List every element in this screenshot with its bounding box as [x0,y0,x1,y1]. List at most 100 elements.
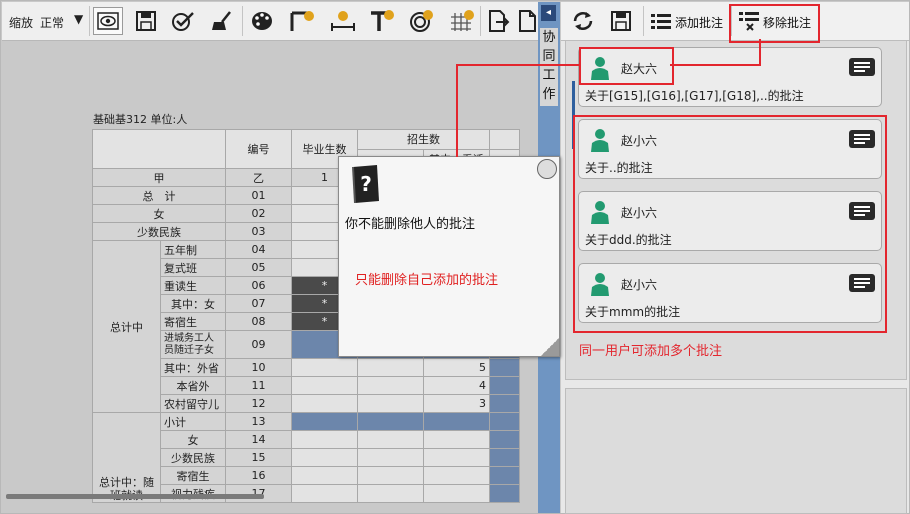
cell[interactable] [357,448,424,467]
cell[interactable] [291,412,358,431]
cell[interactable] [291,466,358,485]
cell[interactable] [357,376,424,395]
cell[interactable] [423,466,490,485]
toolbar-divider [89,6,90,36]
row-label: 寄宿生 [160,466,226,485]
cell[interactable] [489,448,520,467]
highlight-remove-button [729,4,820,43]
row-code: 12 [225,394,292,413]
sheet-title: 基础基312 单位:人 [93,113,188,126]
dialog-message: 你不能删除他人的批注 [345,217,476,232]
row-label: 本省外 [160,376,226,395]
header-code: 编号 [225,129,292,169]
row-label: 五年制 [160,240,226,259]
cell[interactable] [291,484,358,503]
row-group-label: 总计中 [92,240,161,413]
palette-icon[interactable] [248,8,276,34]
row-code: 14 [225,430,292,449]
resize-icon[interactable] [329,8,357,34]
row-code: 06 [225,276,292,295]
dialog-annotation: 只能删除自己添加的批注 [355,273,499,288]
comment-detail-area[interactable] [565,388,907,514]
annotation-line [759,39,761,65]
cell[interactable] [357,430,424,449]
chevron-down-icon[interactable]: ▼ [74,12,83,26]
highlight-author [579,47,674,85]
svg-text:?: ? [360,172,372,196]
header-enrollment: 招生数 [357,129,490,150]
row-code: 02 [225,204,292,223]
header-extra [489,129,520,150]
refresh-icon[interactable] [569,8,597,34]
broom-icon[interactable] [208,8,236,34]
save-icon[interactable] [607,8,635,34]
cell[interactable]: 4 [423,376,490,395]
cell[interactable] [489,376,520,395]
row-code: 07 [225,294,292,313]
annotation-text: 同一用户可添加多个批注 [579,344,723,359]
cell[interactable]: 3 [423,394,490,413]
help-book-icon: ? [349,163,383,208]
power-icon[interactable] [537,159,557,179]
cell[interactable] [423,448,490,467]
main-toolbar: 缩放 正常 ▼ [2,2,538,41]
row-label: 少数民族 [160,448,226,467]
cell[interactable] [291,358,358,377]
comment-text: 关于[G15],[G16],[G17],[G18],..的批注 [585,89,804,103]
app-window: 缩放 正常 ▼ 基础基312 单位:人 编号 毕业生数 招生数 甲 乙 1 总 … [0,0,910,514]
add-comment-button[interactable]: 添加批注 [675,14,723,31]
row-label: 总 计 [92,186,226,205]
annotation-line [456,64,579,66]
collab-tab[interactable]: 协同工作 [540,28,558,106]
cell[interactable] [489,358,520,377]
ruler-icon[interactable] [288,8,316,34]
export-icon[interactable] [484,8,512,34]
collapse-icon[interactable]: ◂ [541,5,556,21]
cell[interactable]: 5 [423,358,490,377]
cell[interactable] [423,412,490,431]
cell[interactable] [357,466,424,485]
eye-icon[interactable] [93,7,123,35]
grid-icon[interactable] [448,8,476,34]
row-group-label: 总计中：随班就读 [92,412,161,503]
toolbar-divider [643,6,644,36]
cell[interactable] [489,484,520,503]
cell[interactable] [423,484,490,503]
row-label: 进城务工人员随迁子女 [160,330,226,359]
cell[interactable] [489,430,520,449]
row-code: 05 [225,258,292,277]
swirl-icon[interactable] [408,8,436,34]
zoom-select[interactable]: 正常 [40,14,64,31]
check-icon[interactable] [169,8,197,34]
row-label: 复式班 [160,258,226,277]
row-code: 09 [225,330,292,359]
cell[interactable] [291,376,358,395]
cell[interactable] [357,412,424,431]
row-label: 农村留守儿 [160,394,226,413]
row-code: 13 [225,412,292,431]
text-icon[interactable] [368,8,396,34]
row-code: 15 [225,448,292,467]
row-code: 乙 [225,168,292,187]
table-row[interactable]: 总计中：随班就读 小计 13 [92,412,520,503]
cell[interactable] [357,484,424,503]
row-code: 11 [225,376,292,395]
cell[interactable] [489,466,520,485]
add-comment-icon[interactable] [649,8,673,34]
row-label: 重读生 [160,276,226,295]
cell[interactable] [291,448,358,467]
save-icon[interactable] [132,8,160,34]
row-label: 女 [160,430,226,449]
row-code: 03 [225,222,292,241]
cell[interactable] [489,394,520,413]
cell[interactable] [357,358,424,377]
row-label: 其中：女 [160,294,226,313]
cell[interactable] [291,394,358,413]
cell[interactable] [423,430,490,449]
cell[interactable] [291,430,358,449]
horizontal-scrollbar[interactable] [6,494,264,499]
cell[interactable] [357,394,424,413]
cell[interactable] [489,412,520,431]
header-blank [92,129,226,169]
menu-icon[interactable] [849,58,875,76]
